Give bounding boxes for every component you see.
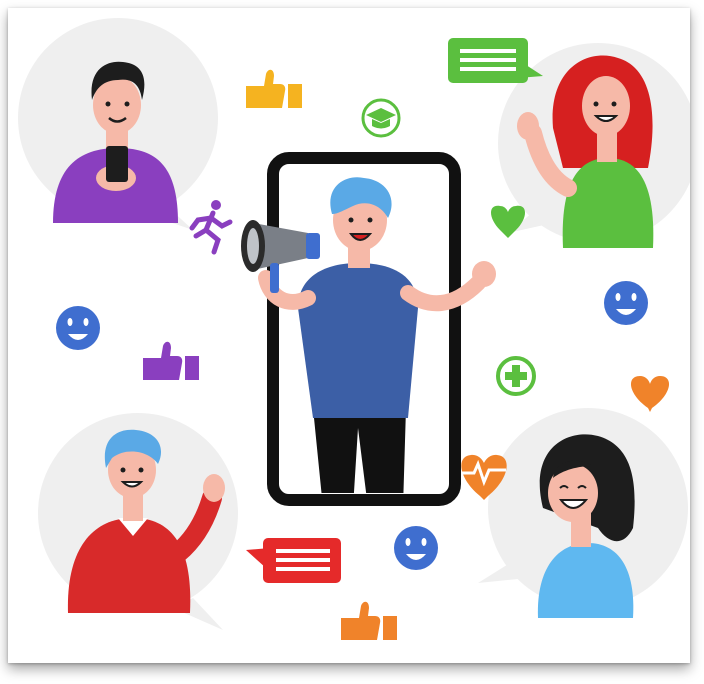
social-media-illustration	[18, 18, 690, 640]
woman-laughing-bubble	[478, 408, 688, 618]
heart-icon	[491, 205, 525, 238]
smiley-icon	[56, 306, 100, 350]
chat-bubble-icon	[448, 38, 543, 83]
thumbs-up-icon	[341, 601, 397, 640]
smiley-icon	[604, 281, 648, 325]
man-with-phone-bubble	[18, 18, 218, 230]
chat-bubble-icon	[246, 538, 341, 583]
illustration-frame	[8, 8, 690, 663]
phone-with-presenter	[258, 152, 496, 506]
man-red-sweater-bubble	[38, 413, 238, 630]
smiley-icon	[394, 526, 438, 570]
thumbs-up-icon	[143, 341, 199, 380]
thumbs-up-icon	[246, 69, 302, 108]
heart-icon	[630, 376, 670, 412]
running-person-icon	[189, 200, 233, 255]
graduation-cap-icon	[361, 98, 401, 138]
plus-circle-icon	[496, 356, 536, 396]
